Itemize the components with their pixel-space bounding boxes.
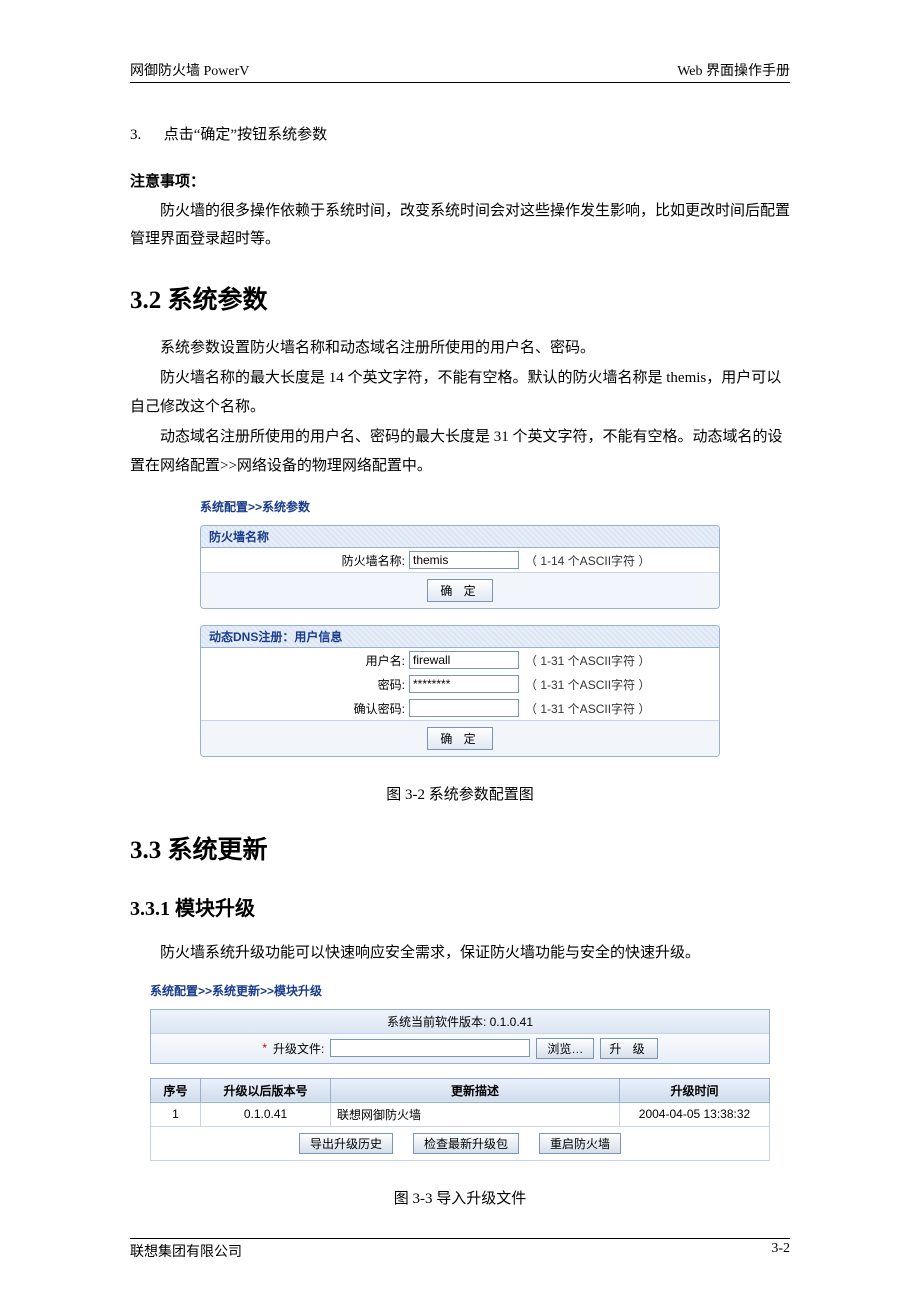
system-params-panel: 系统配置>>系统参数 防火墙名称 防火墙名称: （ 1-14 个ASCII字符 …: [200, 498, 720, 757]
check-latest-button[interactable]: 检查最新升级包: [413, 1133, 519, 1154]
firewall-name-hint: （ 1-14 个ASCII字符 ）: [525, 552, 650, 569]
dns-register-box: 动态DNS注册：用户信息 用户名: （ 1-31 个ASCII字符 ） 密码: …: [200, 625, 720, 757]
confirm-button-dns[interactable]: 确 定: [427, 727, 492, 750]
upgrade-button[interactable]: 升 级: [600, 1038, 657, 1059]
upgrade-box: 系统当前软件版本: 0.1.0.41 * 升级文件: 浏览… 升 级: [150, 1009, 770, 1064]
confirm-password-hint: （ 1-31 个ASCII字符 ）: [525, 700, 650, 717]
col-version: 升级以后版本号: [201, 1078, 331, 1102]
figure-3-3-caption: 图 3-3 导入升级文件: [130, 1187, 790, 1208]
table-row: 1 0.1.0.41 联想网御防火墙 2004-04-05 13:38:32: [151, 1102, 770, 1126]
col-index: 序号: [151, 1078, 201, 1102]
figure-3-2-caption: 图 3-2 系统参数配置图: [130, 783, 790, 804]
footer-right: 3-2: [771, 1241, 790, 1261]
browse-button[interactable]: 浏览…: [536, 1038, 594, 1059]
heading-3-3: 3.3 系统更新: [130, 830, 790, 866]
cell-version: 0.1.0.41: [201, 1102, 331, 1126]
notice-title: 注意事项：: [130, 168, 790, 197]
confirm-password-input[interactable]: [409, 699, 519, 717]
cell-index: 1: [151, 1102, 201, 1126]
export-history-button[interactable]: 导出升级历史: [299, 1133, 393, 1154]
page-footer: 联想集团有限公司 3-2: [130, 1238, 790, 1261]
step-3: 3. 点击“确定”按钮系统参数: [130, 123, 790, 144]
firewall-name-input[interactable]: [409, 551, 519, 569]
notice-body: 防火墙的很多操作依赖于系统时间，改变系统时间会对这些操作发生影响，比如更改时间后…: [130, 197, 790, 254]
s32-p1: 系统参数设置防火墙名称和动态域名注册所使用的用户名、密码。: [130, 334, 790, 363]
required-star: *: [262, 1041, 267, 1055]
password-hint: （ 1-31 个ASCII字符 ）: [525, 676, 650, 693]
box-title-dns: 动态DNS注册：用户信息: [201, 626, 719, 648]
heading-3-3-1: 3.3.1 模块升级: [130, 892, 790, 921]
username-label: 用户名:: [209, 652, 409, 669]
step-text: 点击“确定”按钮系统参数: [164, 127, 327, 143]
footer-left: 联想集团有限公司: [130, 1241, 242, 1261]
firewall-name-box: 防火墙名称 防火墙名称: （ 1-14 个ASCII字符 ） 确 定: [200, 525, 720, 609]
s32-p2: 防火墙名称的最大长度是 14 个英文字符，不能有空格。默认的防火墙名称是 the…: [130, 364, 790, 421]
username-hint: （ 1-31 个ASCII字符 ）: [525, 652, 650, 669]
box-title-firewall: 防火墙名称: [201, 526, 719, 548]
password-label: 密码:: [209, 676, 409, 693]
s32-p3: 动态域名注册所使用的用户名、密码的最大长度是 31 个英文字符，不能有空格。动态…: [130, 423, 790, 480]
heading-3-2: 3.2 系统参数: [130, 280, 790, 316]
breadcrumb-update: 系统配置>>系统更新>>模块升级: [150, 982, 770, 999]
password-input[interactable]: [409, 675, 519, 693]
confirm-password-label: 确认密码:: [209, 700, 409, 717]
header-right: Web 界面操作手册: [677, 60, 790, 80]
col-desc: 更新描述: [331, 1078, 620, 1102]
upload-label: 升级文件:: [273, 1040, 324, 1057]
col-time: 升级时间: [620, 1078, 770, 1102]
current-version: 系统当前软件版本: 0.1.0.41: [151, 1010, 769, 1034]
confirm-button[interactable]: 确 定: [427, 579, 492, 602]
upload-file-input[interactable]: [330, 1039, 530, 1057]
header-left: 网御防火墙 PowerV: [130, 60, 249, 80]
s331-p1: 防火墙系统升级功能可以快速响应安全需求，保证防火墙功能与安全的快速升级。: [130, 939, 790, 968]
system-update-panel: 系统配置>>系统更新>>模块升级 系统当前软件版本: 0.1.0.41 * 升级…: [150, 982, 770, 1161]
cell-desc: 联想网御防火墙: [331, 1102, 620, 1126]
cell-time: 2004-04-05 13:38:32: [620, 1102, 770, 1126]
firewall-name-label: 防火墙名称:: [209, 552, 409, 569]
username-input[interactable]: [409, 651, 519, 669]
restart-firewall-button[interactable]: 重启防火墙: [539, 1133, 621, 1154]
upgrade-history-table: 序号 升级以后版本号 更新描述 升级时间 1 0.1.0.41 联想网御防火墙 …: [150, 1078, 770, 1161]
breadcrumb: 系统配置>>系统参数: [200, 498, 720, 515]
step-number: 3.: [130, 127, 160, 144]
page-header: 网御防火墙 PowerV Web 界面操作手册: [130, 60, 790, 83]
